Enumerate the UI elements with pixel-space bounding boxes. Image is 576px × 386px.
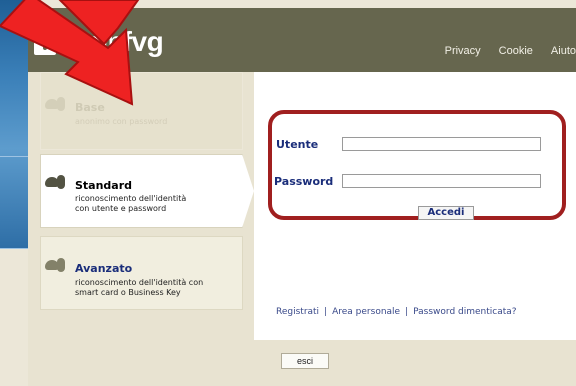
level-advanced-option[interactable]: Avanzato riconoscimento dell'identità co… [40,236,243,310]
register-link[interactable]: Registrati [276,307,319,317]
level-description: riconoscimento dell'identità con smart ca… [75,278,204,297]
key-icon [45,175,73,189]
footer-links: Registrati | Area personale | Password dimen… [276,307,517,317]
level-description: riconoscimento dell'identità con utente e… [75,194,187,213]
password-label: Password [274,175,334,188]
nav-privacy-link[interactable]: Privacy [445,45,481,57]
password-input[interactable] [342,174,541,188]
personal-area-link[interactable]: Area personale [332,307,400,317]
separator: | [405,307,409,317]
user-label: Utente [276,138,319,151]
annotation-arrow-icon [0,0,140,106]
level-title: Avanzato [75,262,133,275]
exit-button[interactable]: esci [281,353,329,369]
level-standard-option[interactable]: Standard riconoscimento dell'identità con… [40,154,243,228]
user-input[interactable] [342,137,541,151]
login-panel: Utente Password Accedi Registrati | Area p… [254,72,576,340]
highlight-box [268,110,566,220]
nav-help-link[interactable]: Aiuto [551,45,576,57]
key-icon [45,258,73,272]
nav-cookie-link[interactable]: Cookie [499,45,533,57]
selected-indicator [242,154,254,228]
login-button[interactable]: Accedi [418,206,474,220]
divider [0,248,28,249]
top-nav: Privacy Cookie Aiuto [445,45,576,57]
divider [0,156,28,157]
forgot-password-link[interactable]: Password dimenticata? [413,307,516,317]
level-title: Standard [75,179,133,192]
separator: | [324,307,328,317]
